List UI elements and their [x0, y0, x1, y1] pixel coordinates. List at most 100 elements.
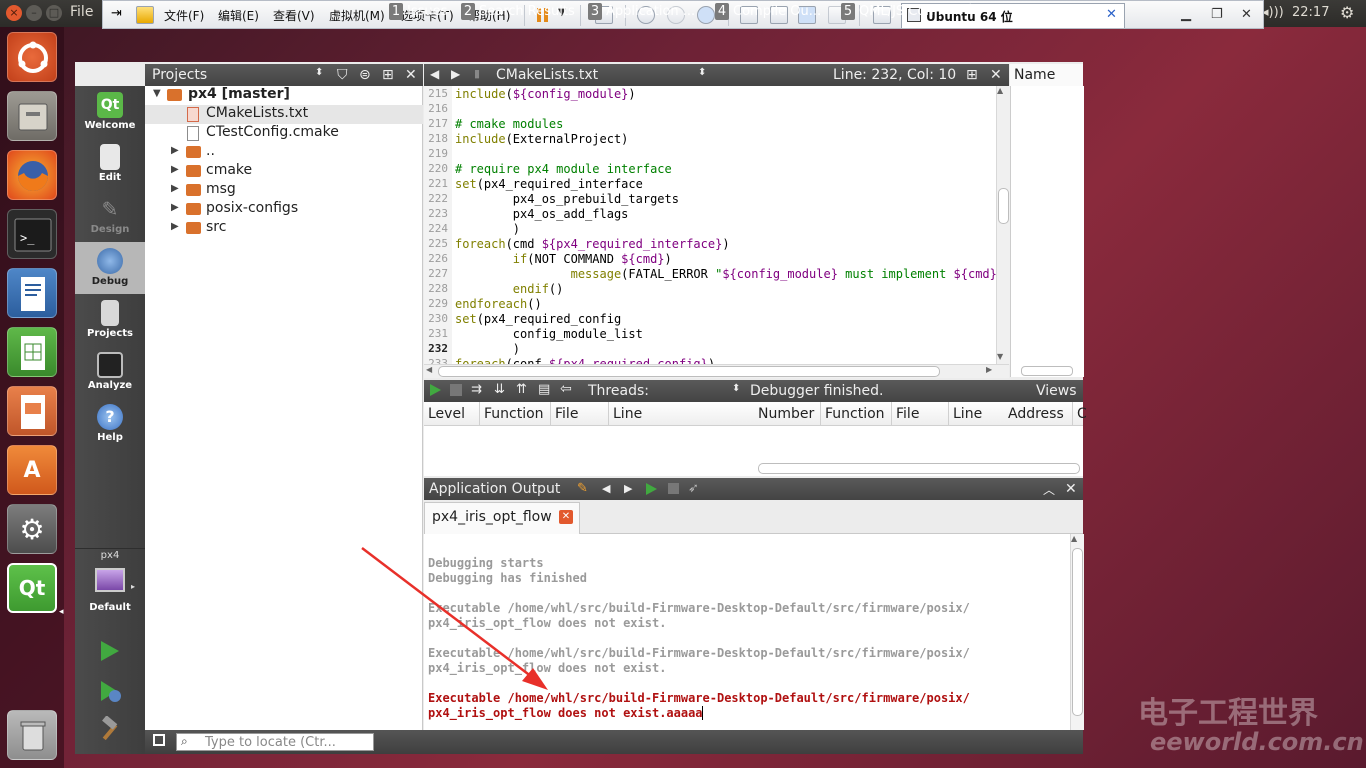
mode-analyze[interactable]: Analyze: [75, 346, 145, 398]
filter-icon[interactable]: ⛉: [337, 67, 348, 83]
pane-select-chevron-icon[interactable]: ⬍: [315, 67, 323, 78]
bp-col-address[interactable]: Address: [1004, 402, 1073, 426]
step-out-icon[interactable]: ⇈: [516, 382, 527, 397]
tree-item[interactable]: CMakeLists.txt: [145, 105, 423, 124]
breakpoints-view[interactable]: Number Function File Line Address C: [754, 402, 1087, 476]
window-close-icon[interactable]: ×: [6, 5, 22, 21]
output-pane-issues[interactable]: 1 Issues: [389, 3, 447, 22]
maximize-panel-icon[interactable]: ︿: [1043, 481, 1055, 498]
code-editor[interactable]: 215 216 217 218 219 220 221 222 223 224 225 226 227 2…: [424, 86, 1009, 364]
stack-col-level[interactable]: Level: [424, 402, 480, 426]
output-pane-search-results[interactable]: 2 Search Results: [461, 3, 575, 22]
output-pane-qml[interactable]: 5 QML/JS Con...: [841, 3, 946, 22]
nav-forward-icon[interactable]: ▶: [451, 67, 460, 81]
mode-welcome[interactable]: Qt Welcome: [75, 86, 145, 138]
tree-item[interactable]: CTestConfig.cmake: [145, 124, 423, 143]
collapse-arrow-icon[interactable]: ▶: [171, 183, 179, 194]
mode-debug[interactable]: Debug: [75, 242, 145, 294]
scroll-right-icon[interactable]: ▶: [986, 365, 992, 374]
volume-icon[interactable]: ◂))): [1262, 5, 1284, 20]
system-settings-icon[interactable]: ⚙: [7, 504, 57, 554]
stack-col-file[interactable]: File: [551, 402, 609, 426]
close-icon[interactable]: ✕: [405, 67, 417, 83]
tree-item[interactable]: ▶ src: [145, 219, 423, 238]
expand-arrow-icon[interactable]: ▼: [153, 88, 161, 99]
software-center-icon[interactable]: A: [7, 445, 57, 495]
mode-edit[interactable]: Edit: [75, 138, 145, 190]
restore-icon[interactable]: ❐: [1211, 7, 1223, 22]
close-icon[interactable]: ✕: [1241, 7, 1252, 22]
tree-item[interactable]: ▶ ..: [145, 143, 423, 162]
firefox-icon[interactable]: [7, 150, 57, 200]
collapse-arrow-icon[interactable]: ▶: [171, 202, 179, 213]
bp-col-condition[interactable]: C: [1073, 402, 1087, 426]
terminal-icon[interactable]: >_: [7, 209, 57, 259]
attach-icon[interactable]: ➶: [688, 481, 699, 496]
vm-menu-edit[interactable]: 编辑(E): [218, 7, 259, 24]
scrollbar-thumb[interactable]: [1072, 548, 1083, 716]
app-output-tab[interactable]: px4_iris_opt_flow ✕: [424, 502, 580, 534]
ubuntu-dash-icon[interactable]: [7, 32, 57, 82]
views-menu[interactable]: Views: [1036, 383, 1077, 399]
minimize-icon[interactable]: ▁: [1181, 7, 1191, 22]
editor-filename[interactable]: CMakeLists.txt: [496, 67, 598, 83]
split-icon[interactable]: ⊞: [382, 67, 394, 83]
qt-creator-icon[interactable]: Qt: [7, 563, 57, 613]
vm-menu-view[interactable]: 查看(V): [273, 7, 315, 24]
scroll-up-icon[interactable]: ▲: [997, 86, 1003, 95]
toggle-sidebar-icon[interactable]: [153, 734, 165, 746]
bp-col-number[interactable]: Number: [754, 402, 821, 426]
close-icon[interactable]: ✕: [1106, 7, 1117, 22]
writer-icon[interactable]: [7, 268, 57, 318]
file-select-chevron-icon[interactable]: ⬍: [698, 67, 706, 78]
collapse-arrow-icon[interactable]: ▶: [171, 164, 179, 175]
vm-pin-icon[interactable]: ⇥: [111, 6, 129, 24]
scrollbar-thumb[interactable]: [758, 463, 1080, 474]
output-pane-application[interactable]: 3 Application ...: [588, 3, 695, 22]
rerun-icon[interactable]: [644, 482, 658, 500]
tree-root[interactable]: ▼ px4 [master]: [145, 86, 423, 105]
prev-item-icon[interactable]: ◀: [602, 482, 610, 495]
step-into-icon[interactable]: ⇊: [494, 382, 505, 397]
step-over-icon[interactable]: ⇉: [471, 382, 482, 397]
split-icon[interactable]: ⊞: [966, 67, 978, 83]
trash-icon[interactable]: [7, 710, 57, 760]
collapse-arrow-icon[interactable]: ▶: [171, 145, 179, 156]
debug-run-icon[interactable]: [97, 678, 123, 708]
clear-output-icon[interactable]: ✎: [577, 481, 588, 496]
close-tab-icon[interactable]: ✕: [559, 510, 573, 524]
locator-input[interactable]: ⌕ Type to locate (Ctr...: [176, 733, 374, 751]
impress-icon[interactable]: [7, 386, 57, 436]
stack-col-function[interactable]: Function: [480, 402, 551, 426]
snapshot-manager-icon[interactable]: [697, 6, 715, 24]
mode-design[interactable]: ✎ Design: [75, 190, 145, 242]
pane-chevron-icon[interactable]: ⬍: [966, 3, 974, 22]
stack-col-line[interactable]: Line: [609, 402, 754, 426]
window-maximize-icon[interactable]: □: [46, 5, 62, 21]
stack-view[interactable]: Level Function File Line: [424, 402, 755, 476]
output-pane-compile[interactable]: 4 Compile Ou...: [715, 3, 821, 22]
bp-col-file[interactable]: File: [892, 402, 949, 426]
mode-projects[interactable]: Projects: [75, 294, 145, 346]
cursor-position[interactable]: Line: 232, Col: 10: [833, 67, 956, 83]
files-icon[interactable]: [7, 91, 57, 141]
stop-icon[interactable]: [668, 483, 679, 494]
tree-item[interactable]: ▶ msg: [145, 181, 423, 200]
outline-header[interactable]: Name: [1010, 64, 1083, 87]
vm-fullscreen-icon[interactable]: [136, 6, 154, 24]
stop-icon[interactable]: [450, 384, 462, 396]
collapse-arrow-icon[interactable]: ▶: [171, 221, 179, 232]
clock[interactable]: 22:17: [1292, 5, 1329, 20]
build-hammer-icon[interactable]: [97, 715, 123, 746]
scroll-left-icon[interactable]: ◀: [426, 365, 432, 374]
editor-horizontal-scrollbar[interactable]: ◀ ▶: [424, 364, 1009, 378]
kit-desktop-icon[interactable]: [95, 568, 125, 592]
scroll-up-icon[interactable]: ▲: [1071, 534, 1077, 543]
continue-icon[interactable]: [428, 383, 442, 401]
reverse-icon[interactable]: ⇦: [560, 381, 572, 397]
app-output-scrollbar[interactable]: ▲: [1070, 534, 1084, 730]
scrollbar-thumb[interactable]: [1021, 366, 1073, 376]
calc-icon[interactable]: [7, 327, 57, 377]
instruction-mode-icon[interactable]: ▤: [538, 382, 550, 397]
close-icon[interactable]: ✕: [990, 67, 1002, 83]
